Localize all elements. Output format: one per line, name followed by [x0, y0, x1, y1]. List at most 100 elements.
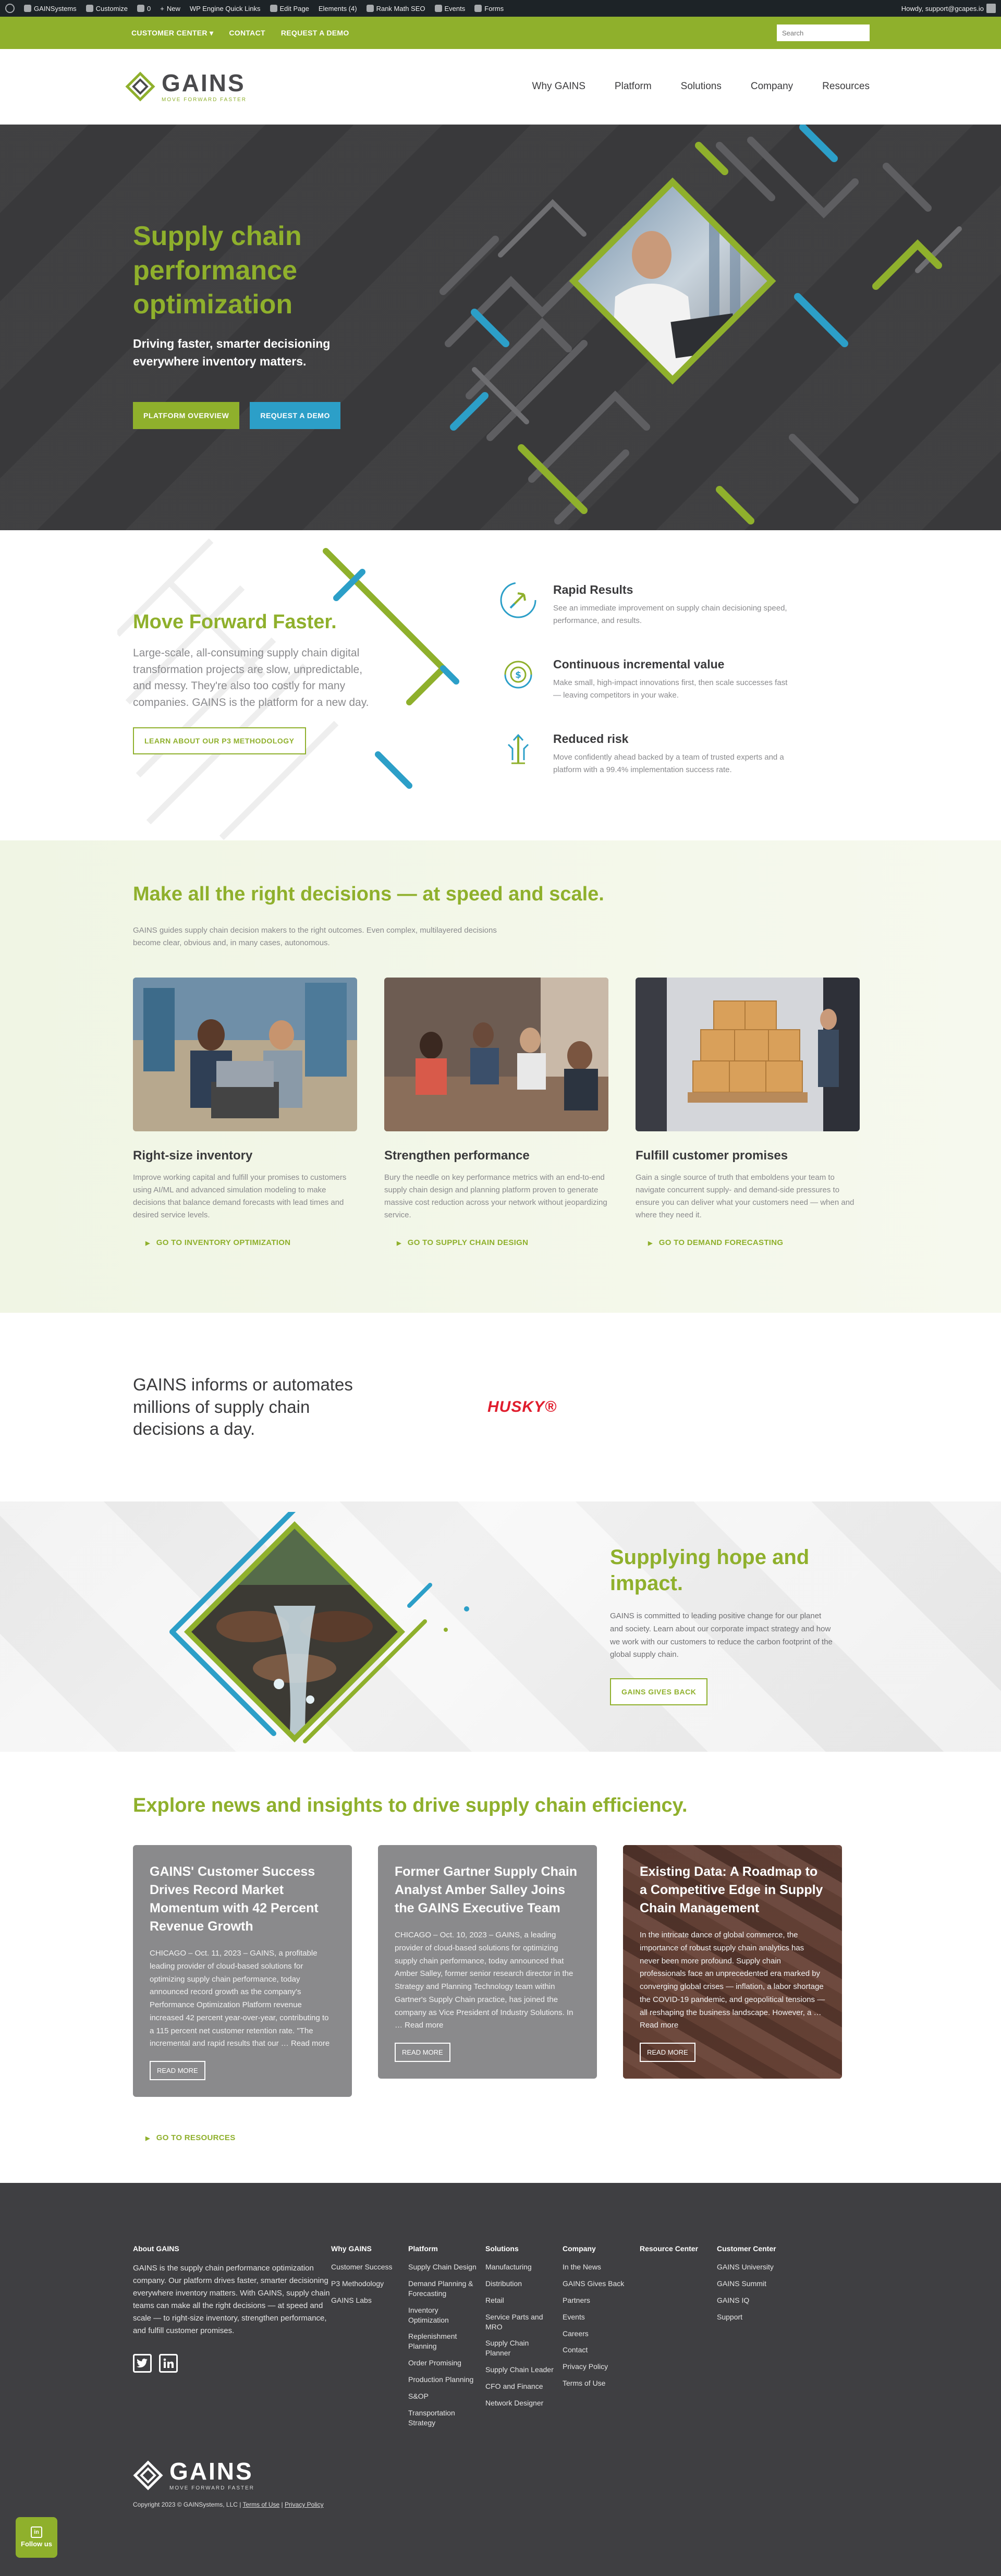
footer-link[interactable]: Customer Success — [331, 2262, 408, 2272]
p3-methodology-button[interactable]: LEARN ABOUT OUR P3 METHODOLOGY — [133, 727, 306, 754]
footer-link[interactable]: Supply Chain Planner — [485, 2338, 563, 2358]
footer-col-title[interactable]: Customer Center — [717, 2244, 794, 2253]
footer-col-resource-center: Resource Center — [640, 2244, 717, 2435]
hero-graphic — [440, 125, 962, 524]
footer-link[interactable]: Careers — [563, 2329, 640, 2339]
admin-bar-left: GAINSystems Customize 0 + New WP Engine Q… — [5, 4, 504, 13]
feature-text: Rapid Results See an immediate improveme… — [553, 580, 790, 627]
nav-why-gains[interactable]: Why GAINS — [532, 81, 585, 92]
main-header: GAINS MOVE FORWARD FASTER Why GAINS Plat… — [0, 49, 1001, 125]
linkedin-icon[interactable] — [159, 2354, 178, 2373]
site-footer: About GAINS GAINS is the supply chain pe… — [0, 2183, 1001, 2576]
read-more-button[interactable]: READ MORE — [395, 2043, 450, 2062]
footer-link[interactable]: Privacy Policy — [563, 2362, 640, 2372]
nav-company[interactable]: Company — [751, 81, 793, 92]
admin-rankmath[interactable]: Rank Math SEO — [366, 5, 425, 13]
twitter-icon[interactable] — [133, 2354, 152, 2373]
news-card-excerpt: CHICAGO – Oct. 10, 2023 – GAINS, a leadi… — [395, 1931, 573, 2030]
admin-forms[interactable]: Forms — [474, 5, 504, 13]
brush-icon — [86, 5, 93, 12]
request-demo-link[interactable]: REQUEST A DEMO — [281, 29, 349, 38]
privacy-link[interactable]: Privacy Policy — [285, 2501, 324, 2508]
news-card[interactable]: Former Gartner Supply Chain Analyst Ambe… — [378, 1845, 597, 2079]
footer-link[interactable]: Transportation Strategy — [408, 2408, 485, 2428]
read-more-button[interactable]: READ MORE — [640, 2043, 695, 2062]
admin-comments[interactable]: 0 — [137, 5, 151, 13]
footer-link[interactable]: GAINS Summit — [717, 2279, 794, 2289]
site-logo[interactable]: GAINS MOVE FORWARD FASTER — [125, 71, 247, 103]
footer-link[interactable]: CFO and Finance — [485, 2382, 563, 2391]
footer-link[interactable]: In the News — [563, 2262, 640, 2272]
footer-link[interactable]: Contact — [563, 2345, 640, 2355]
footer-col-title[interactable]: Company — [563, 2244, 640, 2253]
contact-link[interactable]: CONTACT — [229, 29, 265, 38]
footer-link[interactable]: Support — [717, 2312, 794, 2322]
footer-link[interactable]: Inventory Optimization — [408, 2305, 485, 2325]
admin-elements[interactable]: Elements (4) — [319, 5, 357, 13]
footer-link[interactable]: Service Parts and MRO — [485, 2312, 563, 2332]
news-card[interactable]: GAINS' Customer Success Drives Record Ma… — [133, 1845, 352, 2097]
follow-us-button[interactable]: in Follow us — [16, 2517, 57, 2558]
admin-account[interactable]: Howdy, support@gcapes.io — [901, 4, 996, 13]
admin-wpengine[interactable]: WP Engine Quick Links — [190, 5, 261, 13]
news-card-title: GAINS' Customer Success Drives Record Ma… — [150, 1864, 319, 1934]
admin-events[interactable]: Events — [434, 5, 465, 13]
terms-link[interactable]: Terms of Use — [243, 2501, 280, 2508]
nav-platform[interactable]: Platform — [615, 81, 652, 92]
admin-new[interactable]: + New — [160, 5, 180, 13]
footer-link[interactable]: Order Promising — [408, 2358, 485, 2368]
footer-link[interactable]: Network Designer — [485, 2398, 563, 2408]
decision-card-performance: Strengthen performance Bury the needle o… — [384, 978, 608, 1247]
footer-link[interactable]: Partners — [563, 2296, 640, 2305]
linkedin-logo-icon — [163, 2358, 174, 2368]
hero-section: Supply chain performance optimization Dr… — [0, 125, 1001, 530]
footer-link[interactable]: Events — [563, 2312, 640, 2322]
news-card[interactable]: Existing Data: A Roadmap to a Competitiv… — [623, 1845, 842, 2079]
footer-link[interactable]: GAINS Gives Back — [563, 2279, 640, 2289]
customer-center-link[interactable]: CUSTOMER CENTER ▾ — [131, 29, 213, 38]
decision-card-inventory: Right-size inventory Improve working cap… — [133, 978, 357, 1247]
footer-link[interactable]: GAINS Labs — [331, 2296, 408, 2305]
main-nav: Why GAINS Platform Solutions Company Res… — [532, 81, 870, 92]
demand-forecasting-link[interactable]: ▶ GO TO DEMAND FORECASTING — [636, 1238, 860, 1247]
footer-link[interactable]: Terms of Use — [563, 2378, 640, 2388]
utility-nav: CUSTOMER CENTER ▾ CONTACT REQUEST A DEMO — [131, 29, 349, 38]
footer-col-title[interactable]: Platform — [408, 2244, 485, 2253]
footer-about-body: GAINS is the supply chain performance op… — [133, 2264, 330, 2335]
footer-link[interactable]: Supply Chain Leader — [485, 2365, 563, 2375]
footer-link[interactable]: S&OP — [408, 2391, 485, 2401]
gains-gives-back-button[interactable]: GAINS GIVES BACK — [610, 1678, 708, 1705]
nav-solutions[interactable]: Solutions — [681, 81, 722, 92]
decision-cards: Right-size inventory Improve working cap… — [133, 978, 868, 1247]
admin-site-name[interactable]: GAINSystems — [24, 5, 77, 13]
footer-link[interactable]: Demand Planning & Forecasting — [408, 2279, 485, 2299]
platform-overview-button[interactable]: PLATFORM OVERVIEW — [133, 401, 240, 429]
request-demo-button[interactable]: REQUEST A DEMO — [250, 401, 340, 429]
admin-customize[interactable]: Customize — [86, 5, 128, 13]
news-section: Explore news and insights to drive suppl… — [0, 1752, 1001, 2183]
footer-link[interactable]: Replenishment Planning — [408, 2331, 485, 2351]
rocket-icon — [500, 582, 536, 618]
footer-link[interactable]: Supply Chain Design — [408, 2262, 485, 2272]
resources-link[interactable]: ▶ GO TO RESOURCES — [133, 2133, 868, 2142]
nav-resources[interactable]: Resources — [822, 81, 870, 92]
inventory-optimization-link[interactable]: ▶ GO TO INVENTORY OPTIMIZATION — [133, 1238, 357, 1247]
footer-logo[interactable]: GAINS MOVE FORWARD FASTER — [133, 2459, 254, 2491]
plus-icon: + — [160, 4, 164, 13]
footer-link[interactable]: Production Planning — [408, 2375, 485, 2385]
footer-link[interactable]: Retail — [485, 2296, 563, 2305]
admin-edit-page[interactable]: Edit Page — [270, 5, 309, 13]
footer-col-title[interactable]: Solutions — [485, 2244, 563, 2253]
footer-link[interactable]: GAINS IQ — [717, 2296, 794, 2305]
footer-link[interactable]: GAINS University — [717, 2262, 794, 2272]
footer-link[interactable]: Distribution — [485, 2279, 563, 2289]
play-arrow-icon: ▶ — [145, 1240, 150, 1247]
footer-col-title[interactable]: Resource Center — [640, 2244, 717, 2253]
footer-col-title[interactable]: Why GAINS — [331, 2244, 408, 2253]
read-more-button[interactable]: READ MORE — [150, 2061, 205, 2080]
wp-logo-menu[interactable] — [5, 4, 15, 13]
footer-link[interactable]: Manufacturing — [485, 2262, 563, 2272]
footer-link[interactable]: P3 Methodology — [331, 2279, 408, 2289]
search-input[interactable] — [777, 25, 870, 41]
supply-chain-design-link[interactable]: ▶ GO TO SUPPLY CHAIN DESIGN — [384, 1238, 608, 1247]
